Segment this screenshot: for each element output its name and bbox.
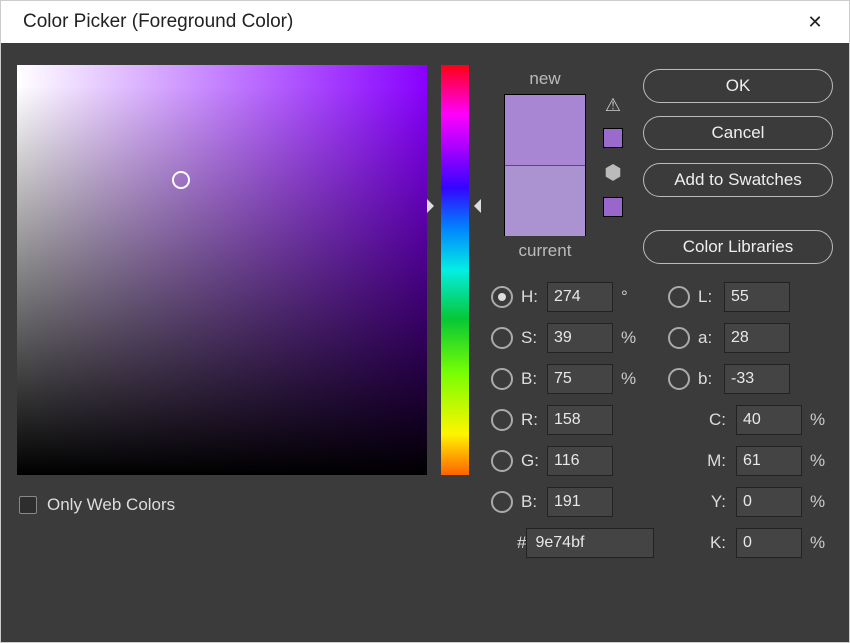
- pct-suffix: %: [810, 533, 828, 553]
- c-label: C:: [694, 410, 726, 430]
- pct-suffix: %: [810, 451, 828, 471]
- m-row: M: %: [668, 446, 833, 476]
- b-row: B: %: [491, 364, 656, 394]
- m-input[interactable]: [736, 446, 802, 476]
- dialog-body: Only Web Colors new current ⚠ ⬢: [1, 43, 849, 642]
- y-label: Y:: [694, 492, 726, 512]
- hue-gradient: [441, 65, 469, 475]
- lab-b-input[interactable]: [724, 364, 790, 394]
- lab-b-row: b:: [668, 364, 833, 394]
- ok-button[interactable]: OK: [643, 69, 833, 103]
- g-label: G:: [521, 451, 547, 471]
- g-radio[interactable]: [491, 450, 513, 472]
- top-right: new current ⚠ ⬢ OK Cancel Add to S: [491, 65, 833, 264]
- new-color-swatch[interactable]: [505, 95, 585, 165]
- gamut-chip[interactable]: [603, 128, 623, 148]
- new-label: new: [529, 69, 560, 89]
- blue-input[interactable]: [547, 487, 613, 517]
- b-input[interactable]: [547, 364, 613, 394]
- websafe-chip[interactable]: [603, 197, 623, 217]
- action-buttons: OK Cancel Add to Swatches Color Librarie…: [643, 69, 833, 264]
- gamut-indicators: ⚠ ⬢: [603, 95, 623, 264]
- out-of-gamut-warning-icon[interactable]: ⚠: [605, 95, 621, 116]
- lab-b-label: b:: [698, 369, 724, 389]
- lab-b-radio[interactable]: [668, 368, 690, 390]
- blue-radio[interactable]: [491, 491, 513, 513]
- c-input[interactable]: [736, 405, 802, 435]
- k-row: K: %: [668, 528, 833, 558]
- k-label: K:: [694, 533, 726, 553]
- deg-suffix: °: [621, 287, 639, 307]
- h-label: H:: [521, 287, 547, 307]
- k-input[interactable]: [736, 528, 802, 558]
- only-web-colors-checkbox[interactable]: [19, 496, 37, 514]
- hex-input[interactable]: [526, 528, 654, 558]
- g-input[interactable]: [547, 446, 613, 476]
- color-libraries-button[interactable]: Color Libraries: [643, 230, 833, 264]
- a-label: a:: [698, 328, 724, 348]
- s-row: S: %: [491, 323, 656, 353]
- cancel-button[interactable]: Cancel: [643, 116, 833, 150]
- b-label: B:: [521, 369, 547, 389]
- a-row: a:: [668, 323, 833, 353]
- saturation-brightness-field[interactable]: [17, 65, 427, 475]
- right-column: new current ⚠ ⬢ OK Cancel Add to S: [481, 65, 833, 624]
- pct-suffix: %: [621, 328, 639, 348]
- l-input[interactable]: [724, 282, 790, 312]
- pct-suffix: %: [621, 369, 639, 389]
- only-web-colors-label: Only Web Colors: [47, 495, 175, 515]
- s-label: S:: [521, 328, 547, 348]
- r-radio[interactable]: [491, 409, 513, 431]
- l-row: L:: [668, 282, 833, 312]
- websafe-cube-icon[interactable]: ⬢: [604, 160, 621, 185]
- c-row: C: %: [668, 405, 833, 435]
- m-label: M:: [694, 451, 726, 471]
- s-input[interactable]: [547, 323, 613, 353]
- left-column: Only Web Colors: [17, 65, 427, 624]
- blue-label: B:: [521, 492, 547, 512]
- h-radio[interactable]: [491, 286, 513, 308]
- a-radio[interactable]: [668, 327, 690, 349]
- hue-slider[interactable]: [441, 65, 469, 475]
- g-row: G:: [491, 446, 656, 476]
- color-swatch-block: new current: [495, 69, 595, 264]
- l-radio[interactable]: [668, 286, 690, 308]
- y-row: Y: %: [668, 487, 833, 517]
- color-swatches: [504, 94, 586, 236]
- titlebar: Color Picker (Foreground Color) ✕: [1, 1, 849, 43]
- r-label: R:: [521, 410, 547, 430]
- close-icon[interactable]: ✕: [795, 12, 835, 33]
- pct-suffix: %: [810, 492, 828, 512]
- blue-row: B:: [491, 487, 656, 517]
- hash-label: #: [517, 533, 526, 553]
- pct-suffix: %: [810, 410, 828, 430]
- s-radio[interactable]: [491, 327, 513, 349]
- b-radio[interactable]: [491, 368, 513, 390]
- color-picker-dialog: Color Picker (Foreground Color) ✕ Only W…: [0, 0, 850, 643]
- r-row: R:: [491, 405, 656, 435]
- l-label: L:: [698, 287, 724, 307]
- h-input[interactable]: [547, 282, 613, 312]
- only-web-colors-row[interactable]: Only Web Colors: [19, 495, 427, 515]
- color-value-grid: H: ° L: S: %: [491, 282, 833, 558]
- r-input[interactable]: [547, 405, 613, 435]
- hex-row: #: [491, 528, 656, 558]
- y-input[interactable]: [736, 487, 802, 517]
- h-row: H: °: [491, 282, 656, 312]
- current-color-swatch[interactable]: [505, 165, 585, 236]
- add-to-swatches-button[interactable]: Add to Swatches: [643, 163, 833, 197]
- window-title: Color Picker (Foreground Color): [23, 11, 293, 33]
- sb-cursor-icon: [172, 171, 190, 189]
- a-input[interactable]: [724, 323, 790, 353]
- current-label: current: [519, 241, 572, 261]
